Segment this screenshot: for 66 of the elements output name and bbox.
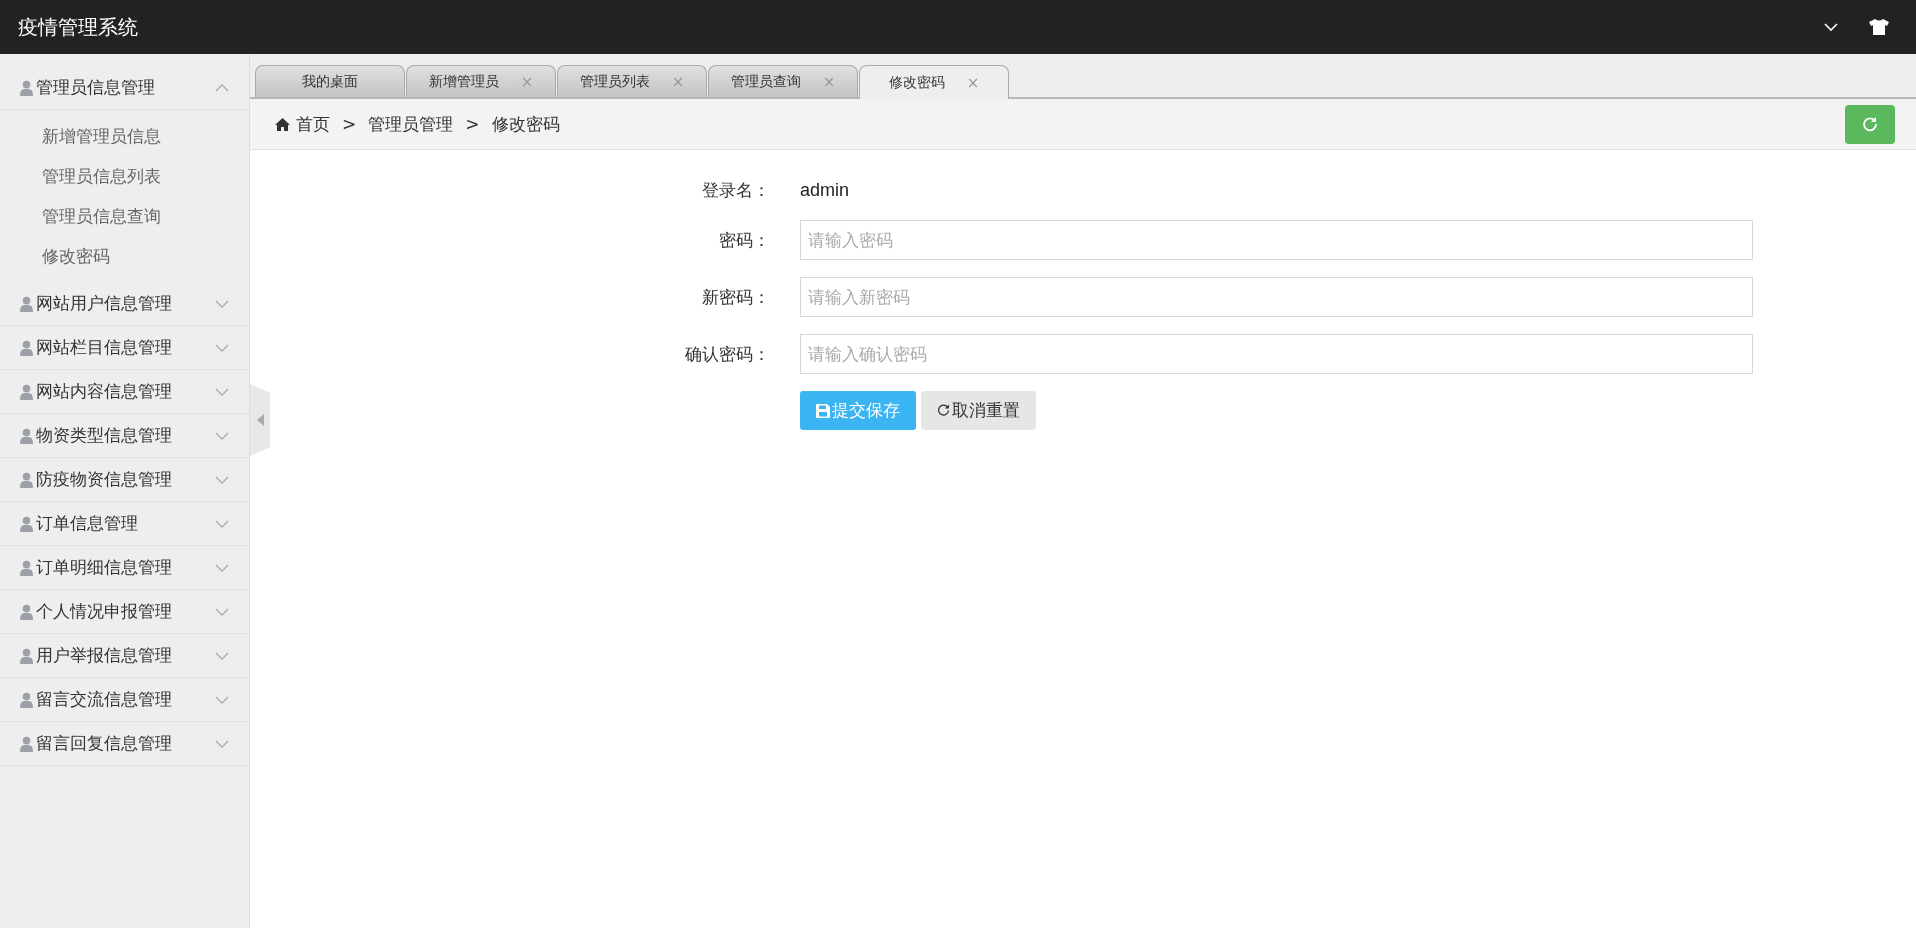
menu-group-header[interactable]: 管理员信息管理	[0, 66, 249, 110]
home-icon	[275, 117, 290, 131]
refresh-icon	[1862, 116, 1878, 132]
chevron-down-icon	[215, 563, 229, 572]
tab[interactable]: 新增管理员 ×	[406, 65, 556, 97]
user-icon	[20, 559, 33, 576]
tab[interactable]: 修改密码 ×	[859, 65, 1009, 99]
chevron-down-icon	[215, 739, 229, 748]
field-label: 登录名：	[701, 178, 770, 202]
menu-group-header[interactable]: 留言回复信息管理	[0, 722, 249, 766]
tab[interactable]: 管理员查询 ×	[708, 65, 858, 97]
t-shirt-icon[interactable]	[1868, 18, 1890, 36]
menu-group-header[interactable]: 网站内容信息管理	[0, 370, 249, 414]
chevron-down-icon	[215, 651, 229, 660]
menu-group-header[interactable]: 用户举报信息管理	[0, 634, 249, 678]
menu-group-header[interactable]: 订单明细信息管理	[0, 546, 249, 590]
user-icon	[20, 515, 33, 532]
user-icon	[20, 295, 33, 312]
field-label: 密码：	[718, 228, 770, 252]
refresh-icon	[937, 404, 950, 417]
app-title: 疫情管理系统	[18, 13, 139, 41]
chevron-down-icon	[215, 343, 229, 352]
user-icon	[20, 383, 33, 400]
menu-group-header[interactable]: 物资类型信息管理	[0, 414, 249, 458]
user-icon	[20, 691, 33, 708]
chevron-down-icon	[215, 299, 229, 308]
login-name-value: admin	[800, 179, 851, 202]
password-field[interactable]: 请输入确认密码	[800, 334, 1753, 374]
reset-button[interactable]: 取消重置	[921, 391, 1036, 430]
field-label: 确认密码：	[684, 342, 770, 366]
menu-item[interactable]: 新增管理员信息	[42, 116, 249, 156]
menu-group-header[interactable]: 订单信息管理	[0, 502, 249, 546]
user-icon	[20, 79, 33, 96]
menu-group-header[interactable]: 留言交流信息管理	[0, 678, 249, 722]
user-icon	[20, 471, 33, 488]
menu-group-header[interactable]: 网站栏目信息管理	[0, 326, 249, 370]
user-icon	[20, 603, 33, 620]
chevron-down-icon	[215, 387, 229, 396]
menu-group-header[interactable]: 个人情况申报管理	[0, 590, 249, 634]
chevron-down-icon	[215, 695, 229, 704]
password-field[interactable]: 请输入密码	[800, 220, 1753, 260]
chevron-down-icon[interactable]	[1824, 22, 1838, 32]
breadcrumb-separator: >	[342, 114, 357, 134]
breadcrumb-link[interactable]: 修改密码	[491, 112, 560, 136]
breadcrumb-link[interactable]: 首页	[296, 112, 330, 136]
field-label: 新密码：	[701, 285, 770, 309]
menu-group-header[interactable]: 防疫物资信息管理	[0, 458, 249, 502]
tab[interactable]: 我的桌面	[255, 65, 405, 97]
password-field[interactable]: 请输入新密码	[800, 277, 1753, 317]
chevron-up-icon	[215, 83, 229, 92]
menu-group-header[interactable]: 网站用户信息管理	[0, 282, 249, 326]
breadcrumb-separator: >	[465, 114, 480, 134]
tab[interactable]: 管理员列表 ×	[557, 65, 707, 97]
user-icon	[20, 427, 33, 444]
menu-item[interactable]: 管理员信息列表	[42, 156, 249, 196]
user-icon	[20, 647, 33, 664]
user-icon	[20, 339, 33, 356]
user-icon	[20, 735, 33, 752]
menu-item[interactable]: 管理员信息查询	[42, 196, 249, 236]
save-icon	[816, 403, 830, 418]
chevron-down-icon	[215, 475, 229, 484]
chevron-down-icon	[215, 519, 229, 528]
breadcrumb-link[interactable]: 管理员管理	[368, 112, 454, 136]
menu-item[interactable]: 修改密码	[42, 236, 249, 276]
chevron-down-icon	[215, 607, 229, 616]
chevron-down-icon	[215, 431, 229, 440]
